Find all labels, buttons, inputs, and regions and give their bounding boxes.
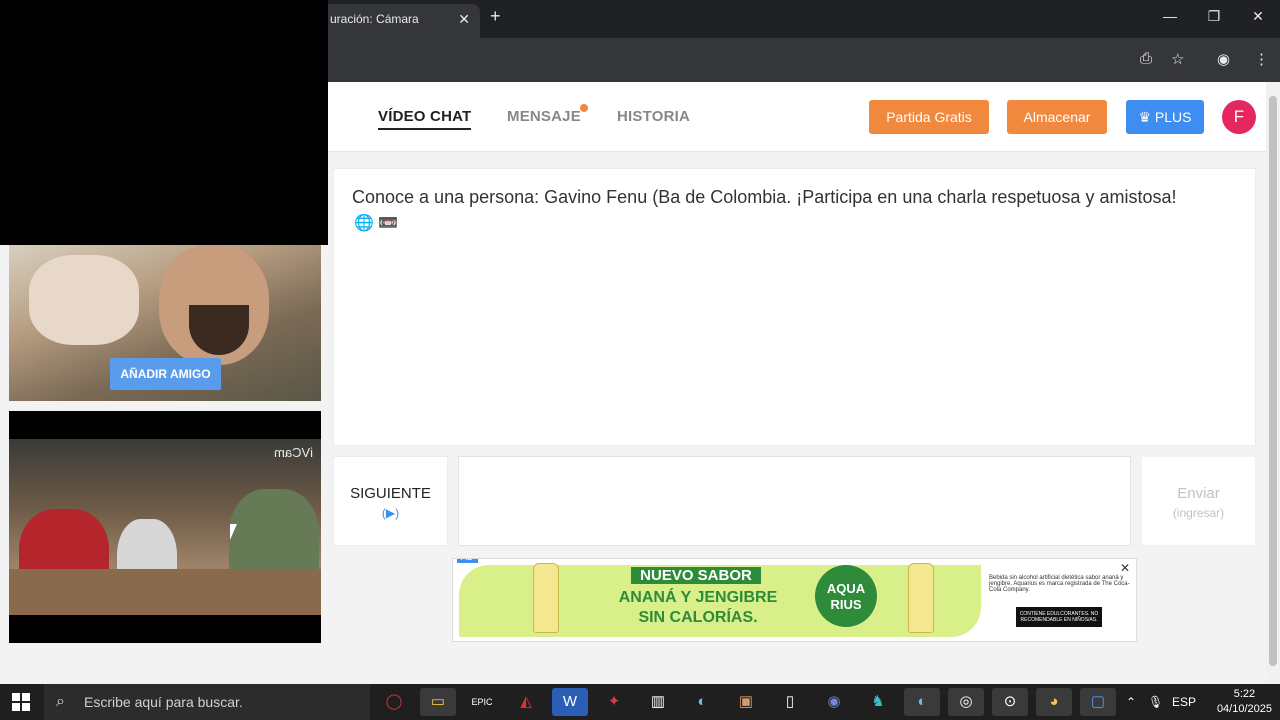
- app-icon[interactable]: ◭: [508, 688, 544, 716]
- system-clock[interactable]: 5:22 04/10/2025: [1217, 687, 1272, 717]
- message-input[interactable]: [458, 456, 1131, 546]
- ad-calories: SIN CALORÍAS.: [638, 609, 758, 626]
- bottle-image: [908, 563, 934, 633]
- ad-headline: NUEVO SABOR: [631, 567, 761, 584]
- tab-close-icon[interactable]: ✕: [458, 4, 470, 34]
- send-hint: (ingresar): [1172, 506, 1225, 520]
- app-icon[interactable]: ⊙: [992, 688, 1028, 716]
- menu-dots-icon[interactable]: ⋮: [1254, 50, 1269, 68]
- send-label: Enviar: [1177, 485, 1220, 502]
- game-icon[interactable]: ▣: [728, 688, 764, 716]
- local-scene: [9, 439, 321, 615]
- browser-tab[interactable]: uración: Cámara ✕: [312, 4, 480, 38]
- send-button[interactable]: Enviar (ingresar): [1141, 456, 1256, 546]
- tab-title: uración: Cámara: [330, 12, 419, 26]
- language-indicator[interactable]: ESP: [1172, 684, 1196, 720]
- scroll-thumb[interactable]: [1269, 96, 1277, 666]
- chrome-icon[interactable]: ◕: [1036, 688, 1072, 716]
- video-hand: [29, 255, 139, 345]
- ivcam-icon[interactable]: ▢: [1080, 688, 1116, 716]
- file-explorer-icon[interactable]: ▭: [420, 688, 456, 716]
- discord-icon[interactable]: ◉: [816, 688, 852, 716]
- page-scrollbar[interactable]: [1266, 82, 1280, 684]
- file-icon[interactable]: ▯: [772, 688, 808, 716]
- chat-intro-message: Conoce a una persona: Gavino Fenu (Ba de…: [352, 187, 1177, 207]
- camera-watermark: iVCam: [273, 445, 313, 460]
- tab-messages[interactable]: MENSAJE: [507, 108, 581, 125]
- window-close-icon[interactable]: ✕: [1236, 8, 1280, 25]
- bottle-image: [533, 563, 559, 633]
- ad-close-icon[interactable]: ✕: [1120, 561, 1130, 575]
- video-table: [9, 569, 321, 615]
- search-icon: ⌕: [56, 693, 65, 710]
- plus-button[interactable]: ♛ PLUS: [1126, 100, 1204, 134]
- flags-icon: 🌐 📼: [354, 215, 399, 232]
- search-placeholder: Escribe aquí para buscar.: [84, 694, 243, 710]
- new-tab-icon[interactable]: +: [490, 6, 501, 27]
- word-icon[interactable]: W: [552, 688, 588, 716]
- next-label: SIGUIENTE: [350, 485, 431, 502]
- ad-tag: AD: [457, 559, 478, 563]
- taskbar: ⌕ Escribe aquí para buscar. ◯ ▭ EPIC ◭ W…: [0, 684, 1280, 720]
- unread-dot: [580, 104, 588, 112]
- maximize-icon[interactable]: ❐: [1192, 8, 1236, 25]
- mouse-cursor-icon: [230, 524, 237, 540]
- steam-icon[interactable]: ◐: [684, 688, 720, 716]
- game-icon[interactable]: ✦: [596, 688, 632, 716]
- next-button[interactable]: SIGUIENTE (▶): [333, 456, 448, 546]
- ad-flavor: ANANÁ Y JENGIBRE: [618, 589, 778, 606]
- ad-banner[interactable]: AD NUEVO SABOR ANANÁ Y JENGIBRE SIN CALO…: [452, 558, 1137, 642]
- clock-time: 5:22: [1233, 688, 1256, 700]
- steam-icon[interactable]: ◐: [904, 688, 940, 716]
- cast-icon[interactable]: ⎙: [1140, 50, 1152, 67]
- game-icon[interactable]: ♞: [860, 688, 896, 716]
- store-button[interactable]: Almacenar: [1007, 100, 1107, 134]
- add-friend-button[interactable]: AÑADIR AMIGO: [110, 358, 221, 390]
- tray-overflow-icon[interactable]: ⌃: [1126, 684, 1136, 720]
- opera-icon[interactable]: ◯: [376, 688, 412, 716]
- obs-icon[interactable]: ◎: [948, 688, 984, 716]
- ad-warning-badge: CONTIENE EDULCORANTES. NO RECOMENDABLE E…: [1016, 607, 1102, 627]
- taskbar-search-input[interactable]: ⌕ Escribe aquí para buscar.: [44, 684, 370, 720]
- chat-log: Conoce a una persona: Gavino Fenu (Ba de…: [333, 168, 1256, 446]
- tab-history[interactable]: HISTORIA: [617, 108, 690, 125]
- bookmark-star-icon[interactable]: ☆: [1171, 50, 1184, 68]
- top-nav: VÍDEO CHAT MENSAJE HISTORIA Partida Grat…: [328, 82, 1266, 152]
- free-game-button[interactable]: Partida Gratis: [869, 100, 989, 134]
- local-video: iVCam: [9, 411, 321, 643]
- avatar[interactable]: F: [1222, 100, 1256, 134]
- clock-date: 04/10/2025: [1216, 703, 1272, 715]
- epic-games-icon[interactable]: EPIC: [464, 688, 500, 716]
- tab-video-chat[interactable]: VÍDEO CHAT: [378, 108, 472, 130]
- ad-legal-text: Bebida sin alcohol artificial dietética …: [989, 575, 1130, 593]
- microphone-icon[interactable]: 🎙: [1148, 684, 1163, 720]
- profile-icon[interactable]: ◉: [1217, 50, 1230, 68]
- minimize-icon[interactable]: —: [1148, 8, 1192, 24]
- brand-logo: AQUA RIUS: [815, 565, 877, 627]
- app-icon[interactable]: ▥: [640, 688, 676, 716]
- video-overlay-black: [0, 0, 328, 245]
- windows-start-icon[interactable]: [12, 693, 30, 711]
- next-hint: (▶): [381, 506, 400, 520]
